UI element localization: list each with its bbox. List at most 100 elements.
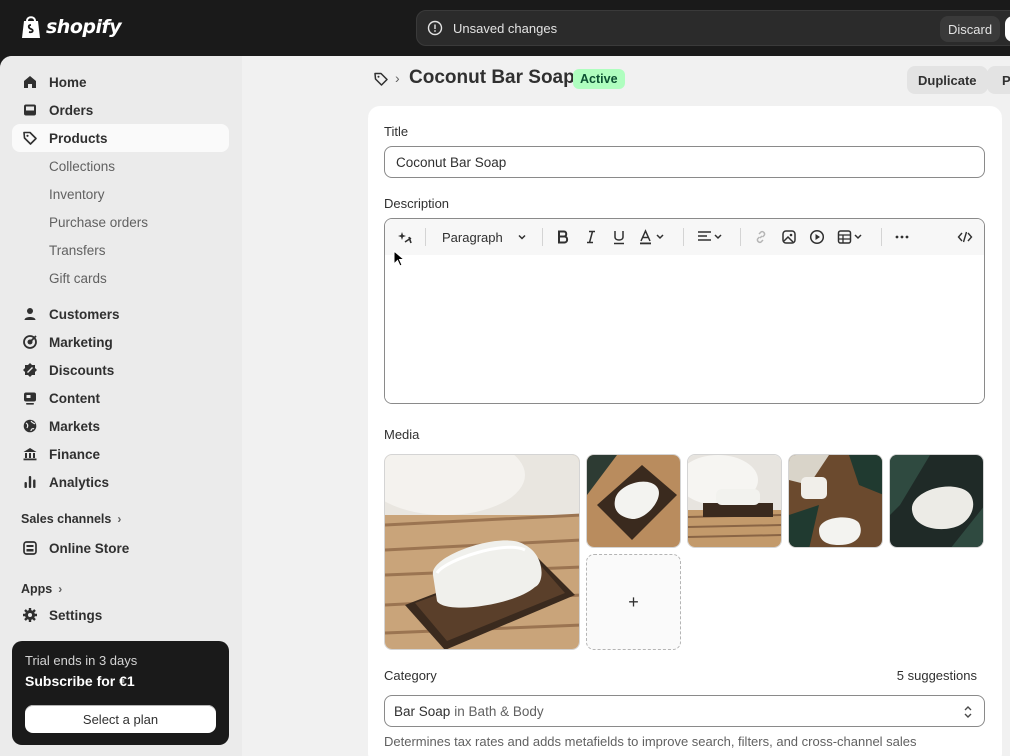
sidebar-subitem-inventory[interactable]: Inventory xyxy=(49,184,105,204)
sidebar-subitem-transfers[interactable]: Transfers xyxy=(49,240,106,260)
media-thumb-2[interactable] xyxy=(687,454,782,548)
chevron-right-icon: › xyxy=(58,582,63,596)
bold-icon[interactable] xyxy=(555,229,571,245)
preview-button[interactable]: P xyxy=(987,66,1010,94)
brand-name: shopify xyxy=(46,16,122,38)
editor-toolbar: Paragraph xyxy=(385,219,984,255)
media-thumb-4[interactable] xyxy=(889,454,984,548)
trial-ends-text: Trial ends in 3 days xyxy=(25,653,138,668)
globe-icon xyxy=(23,419,37,433)
sidebar-item-home[interactable]: Home xyxy=(12,68,229,96)
sidebar-item-discounts[interactable]: Discounts xyxy=(12,356,229,384)
mouse-cursor-icon xyxy=(393,250,405,267)
sidebar-item-label: Content xyxy=(49,390,100,406)
add-media-button[interactable]: + xyxy=(586,554,681,650)
save-button[interactable] xyxy=(1005,16,1010,42)
image-icon[interactable] xyxy=(781,229,797,245)
sidebar-subitem-purchase-orders[interactable]: Purchase orders xyxy=(49,212,148,232)
home-icon xyxy=(24,76,36,88)
italic-icon[interactable] xyxy=(583,229,599,245)
discount-icon xyxy=(23,363,37,377)
sidebar-subitem-label: Inventory xyxy=(49,186,105,202)
description-editor: Paragraph xyxy=(384,218,985,404)
bank-icon xyxy=(23,448,37,461)
toolbar-divider xyxy=(683,228,684,246)
unsaved-changes-bar: Unsaved changes Discard xyxy=(416,10,1010,46)
sidebar-item-customers[interactable]: Customers xyxy=(12,300,229,328)
sales-channels-label: Sales channels xyxy=(21,512,112,526)
status-badge: Active xyxy=(573,69,625,89)
sidebar-item-label: Marketing xyxy=(49,334,113,350)
video-icon[interactable] xyxy=(809,229,825,245)
sidebar-item-products[interactable]: Products xyxy=(12,124,229,152)
sidebar-item-label: Customers xyxy=(49,306,120,322)
toolbar-divider xyxy=(425,228,426,246)
chevron-right-icon: › xyxy=(117,512,122,526)
description-label: Description xyxy=(384,196,450,211)
sidebar-subitem-label: Purchase orders xyxy=(49,214,149,230)
inbox-icon xyxy=(24,104,36,116)
sidebar: Home Orders Products Collections Invento… xyxy=(0,56,242,756)
sidebar-subitem-label: Gift cards xyxy=(49,270,107,286)
apps-label: Apps xyxy=(21,582,53,596)
shopify-bag-icon xyxy=(22,16,40,38)
underline-icon[interactable] xyxy=(611,229,627,245)
shopify-logo[interactable]: shopify xyxy=(20,14,122,40)
paragraph-style-select[interactable]: Paragraph xyxy=(442,228,527,246)
soap-photo-4 xyxy=(890,455,983,547)
sidebar-subitem-collections[interactable]: Collections xyxy=(49,156,115,176)
category-label: Category xyxy=(384,668,437,683)
media-image-main[interactable] xyxy=(384,454,580,650)
sidebar-item-settings[interactable]: Settings xyxy=(12,601,229,629)
magic-sparkle-icon[interactable] xyxy=(397,229,413,245)
sales-channels-heading[interactable]: Sales channels › xyxy=(21,512,121,526)
sidebar-item-label: Markets xyxy=(49,418,101,434)
bar-chart-icon xyxy=(24,476,36,488)
sidebar-subitem-label: Collections xyxy=(49,158,116,174)
sidebar-item-analytics[interactable]: Analytics xyxy=(12,468,229,496)
apps-heading[interactable]: Apps › xyxy=(21,582,62,596)
sidebar-item-content[interactable]: Content xyxy=(12,384,229,412)
text-color-icon[interactable] xyxy=(639,229,669,245)
sidebar-item-online-store[interactable]: Online Store xyxy=(12,534,229,562)
sidebar-item-markets[interactable]: Markets xyxy=(12,412,229,440)
trial-subscribe-text: Subscribe for €1 xyxy=(25,673,135,689)
media-label: Media xyxy=(384,427,420,442)
soap-on-dish-photo xyxy=(385,455,579,649)
trial-card: Trial ends in 3 days Subscribe for €1 Se… xyxy=(12,641,229,745)
soap-photo-3 xyxy=(789,455,882,547)
sidebar-subitem-label: Transfers xyxy=(49,242,106,258)
gear-icon xyxy=(23,608,37,622)
sidebar-item-label: Home xyxy=(49,74,87,90)
main-content: › Coconut Bar Soap Active Duplicate P Ti… xyxy=(242,56,1010,756)
discard-button[interactable]: Discard xyxy=(940,16,1001,42)
soap-photo-1 xyxy=(587,455,680,547)
category-select[interactable]: Bar Soap in Bath & Body xyxy=(384,695,985,727)
description-textarea[interactable] xyxy=(385,255,984,403)
category-path: in Bath & Body xyxy=(454,703,544,719)
align-left-icon[interactable] xyxy=(697,229,727,245)
sidebar-item-orders[interactable]: Orders xyxy=(12,96,229,124)
code-icon[interactable] xyxy=(957,229,973,245)
sidebar-item-finance[interactable]: Finance xyxy=(12,440,229,468)
media-thumb-1[interactable] xyxy=(586,454,681,548)
target-icon xyxy=(23,335,37,349)
sidebar-item-label: Settings xyxy=(49,607,103,623)
sidebar-subitem-gift-cards[interactable]: Gift cards xyxy=(49,268,107,288)
app-shell: Home Orders Products Collections Invento… xyxy=(0,56,1010,756)
content-icon xyxy=(24,392,36,405)
title-input[interactable]: Coconut Bar Soap xyxy=(384,146,985,178)
sidebar-item-marketing[interactable]: Marketing xyxy=(12,328,229,356)
select-plan-button[interactable]: Select a plan xyxy=(25,705,216,733)
more-horizontal-icon[interactable] xyxy=(894,229,910,245)
soap-photo-2 xyxy=(688,455,781,547)
category-suggestions-link[interactable]: 5 suggestions xyxy=(897,668,977,683)
duplicate-button[interactable]: Duplicate xyxy=(907,66,988,94)
sidebar-item-label: Online Store xyxy=(49,540,130,556)
product-details-card: Title Coconut Bar Soap Description Parag… xyxy=(368,106,1002,756)
media-thumb-3[interactable] xyxy=(788,454,883,548)
breadcrumb-tag-icon[interactable] xyxy=(373,71,389,87)
table-icon[interactable] xyxy=(837,229,867,245)
page-title: Coconut Bar Soap xyxy=(409,67,575,88)
link-icon[interactable] xyxy=(753,229,769,245)
